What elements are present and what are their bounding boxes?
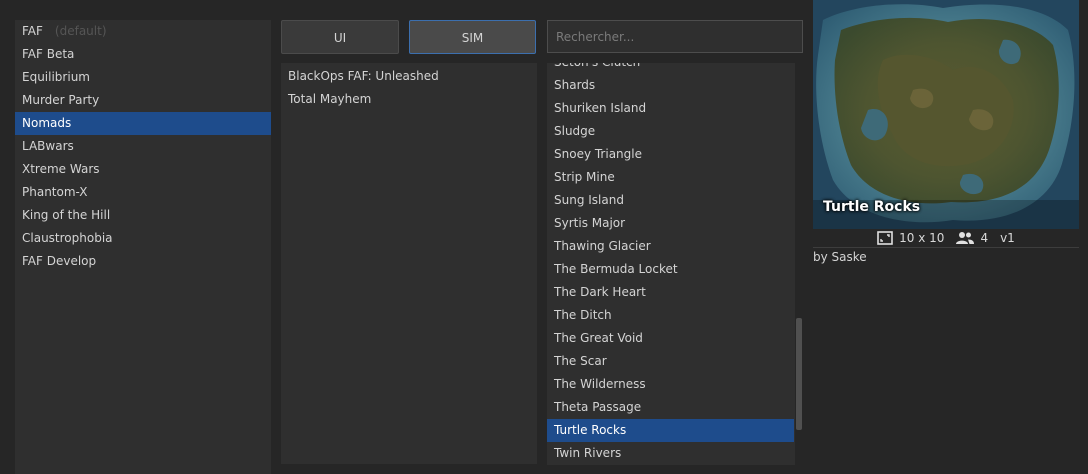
map-item[interactable]: The Wilderness [547,373,794,396]
map-item[interactable]: The Ditch [547,304,794,327]
map-item[interactable]: The Great Void [547,327,794,350]
map-item[interactable]: Thawing Glacier [547,235,794,258]
map-search-input[interactable] [547,20,803,53]
featured-mod-item-label: Equilibrium [22,70,90,84]
map-item-label: Theta Passage [554,400,642,414]
map-item[interactable]: Theta Passage [547,396,794,419]
featured-mod-item-label: Murder Party [22,93,100,107]
map-item-label: Syrtis Major [554,216,626,230]
players-icon [956,231,975,245]
map-size-icon [877,231,893,245]
map-preview-image [813,0,1079,229]
map-item[interactable]: Snoey Triangle [547,143,794,166]
map-item[interactable]: Turtle Rocks [547,419,794,442]
map-item[interactable]: Strip Mine [547,166,794,189]
map-item-label: Seton's Clutch [554,63,640,69]
sim-mod-items: BlackOps FAF: Unleashed Total Mayhem [281,65,537,111]
featured-mod-item-label: FAF Develop [22,254,97,268]
map-item[interactable]: The Bermuda Locket [547,258,794,281]
map-item[interactable]: Seton's Clutch [547,63,794,74]
map-item-label: The Dark Heart [554,285,646,299]
map-items: Seton's Clutch Shards Shuriken Island Sludg… [547,63,794,465]
map-item-label: Turtle Rocks [554,423,627,437]
sim-mod-item[interactable]: BlackOps FAF: Unleashed [281,65,537,88]
map-item[interactable]: Shuriken Island [547,97,794,120]
map-item[interactable]: Sung Island [547,189,794,212]
map-item-label: Sung Island [554,193,624,207]
featured-mod-item-label: FAF Beta [22,47,75,61]
featured-mod-item[interactable]: LABwars [15,135,271,158]
featured-mod-item[interactable]: FAF Beta [15,43,271,66]
map-item-label: Strip Mine [554,170,615,184]
featured-mod-item[interactable]: Xtreme Wars [15,158,271,181]
map-item-label: Snoey Triangle [554,147,642,161]
featured-mod-item[interactable]: Murder Party [15,89,271,112]
map-item-label: The Scar [554,354,607,368]
map-info-divider [813,247,1079,248]
featured-mod-item[interactable]: FAF (default) [15,20,271,43]
map-item[interactable]: Sludge [547,120,794,143]
map-item[interactable]: Shards [547,74,794,97]
map-version-text: v1 [1000,231,1015,245]
featured-mod-item[interactable]: Equilibrium [15,66,271,89]
map-item-label: Sludge [554,124,596,138]
map-info-row: 10 x 10 4 v1 [813,229,1079,247]
featured-mod-item-label: Phantom-X [22,185,88,199]
map-item[interactable]: The Scar [547,350,794,373]
featured-mod-item-label: King of the Hill [22,208,111,222]
sim-mod-list: BlackOps FAF: Unleashed Total Mayhem [281,63,537,464]
map-item-label: Shards [554,78,596,92]
map-author: by Saske [813,250,867,264]
featured-mod-item-label: Xtreme Wars [22,162,100,176]
sim-mod-item-label: BlackOps FAF: Unleashed [288,69,439,83]
map-item-label: Twin Rivers [554,446,622,460]
map-item-label: The Wilderness [554,377,646,391]
map-list-scrollbar-thumb[interactable] [796,318,802,430]
map-preview: Turtle Rocks [813,0,1079,229]
map-item-label: The Ditch [554,308,612,322]
map-size-text: 10 x 10 [899,231,945,245]
map-item[interactable]: Twin Rivers [547,442,794,465]
sim-mod-item-label: Total Mayhem [288,92,372,106]
featured-mod-list: FAF (default) FAF Beta Equilibrium Murder Pa… [15,20,271,474]
featured-mod-item-label: LABwars [22,139,74,153]
featured-mod-item[interactable]: FAF Develop [15,250,271,273]
map-item[interactable]: The Dark Heart [547,281,794,304]
map-item[interactable]: Syrtis Major [547,212,794,235]
featured-mod-item-label: FAF [22,24,43,38]
tab-sim[interactable]: SIM [409,20,536,54]
featured-mod-item[interactable]: Phantom-X [15,181,271,204]
map-item-label: The Bermuda Locket [554,262,678,276]
map-item-label: Shuriken Island [554,101,647,115]
player-count-text: 4 [980,231,989,245]
featured-mod-item[interactable]: Claustrophobia [15,227,271,250]
featured-mod-item[interactable]: Nomads [15,112,271,135]
map-item-label: Thawing Glacier [554,239,651,253]
map-preview-title: Turtle Rocks [823,199,921,215]
map-list: Seton's Clutch Shards Shuriken Island Sludg… [547,63,795,465]
tab-ui[interactable]: UI [281,20,399,54]
featured-mod-item[interactable]: King of the Hill [15,204,271,227]
featured-mod-item-label: Nomads [22,116,72,130]
featured-mod-items: FAF (default) FAF Beta Equilibrium Murder Pa… [15,20,271,273]
sim-mod-item[interactable]: Total Mayhem [281,88,537,111]
default-tag: (default) [54,24,107,38]
map-item-label: The Great Void [554,331,643,345]
featured-mod-item-label: Claustrophobia [22,231,113,245]
